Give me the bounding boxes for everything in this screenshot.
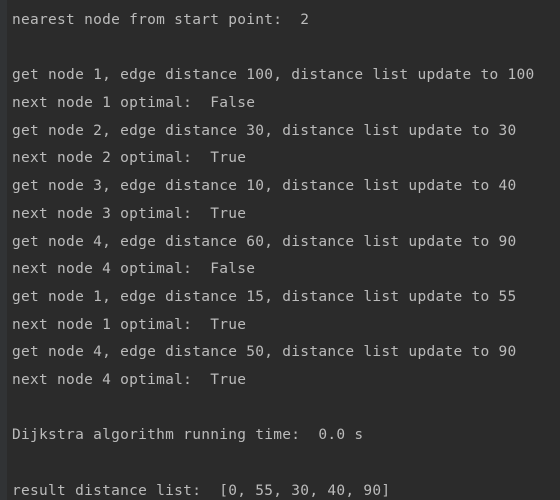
console-line: next node 3 optimal: True xyxy=(12,205,247,222)
console-output-text[interactable]: nearest node from start point: 2 get nod… xyxy=(0,0,560,500)
console-line: get node 4, edge distance 60, distance l… xyxy=(12,233,517,250)
console-line: Dijkstra algorithm running time: 0.0 s xyxy=(12,427,364,444)
console-line: next node 1 optimal: False xyxy=(12,95,256,112)
console-line: get node 1, edge distance 15, distance l… xyxy=(12,288,517,305)
console-window[interactable]: nearest node from start point: 2 get nod… xyxy=(0,0,560,500)
console-line: next node 4 optimal: False xyxy=(12,261,256,278)
console-line: get node 1, edge distance 100, distance … xyxy=(12,67,535,84)
console-line: get node 4, edge distance 50, distance l… xyxy=(12,344,517,361)
console-line: nearest node from start point: 2 xyxy=(12,12,310,28)
console-line: result distance list: [0, 55, 30, 40, 90… xyxy=(12,482,391,499)
console-line: get node 3, edge distance 10, distance l… xyxy=(12,178,517,195)
console-line: next node 2 optimal: True xyxy=(12,150,247,167)
console-line: next node 4 optimal: True xyxy=(12,371,247,388)
console-line: next node 1 optimal: True xyxy=(12,316,247,333)
console-line: get node 2, edge distance 30, distance l… xyxy=(12,122,517,139)
